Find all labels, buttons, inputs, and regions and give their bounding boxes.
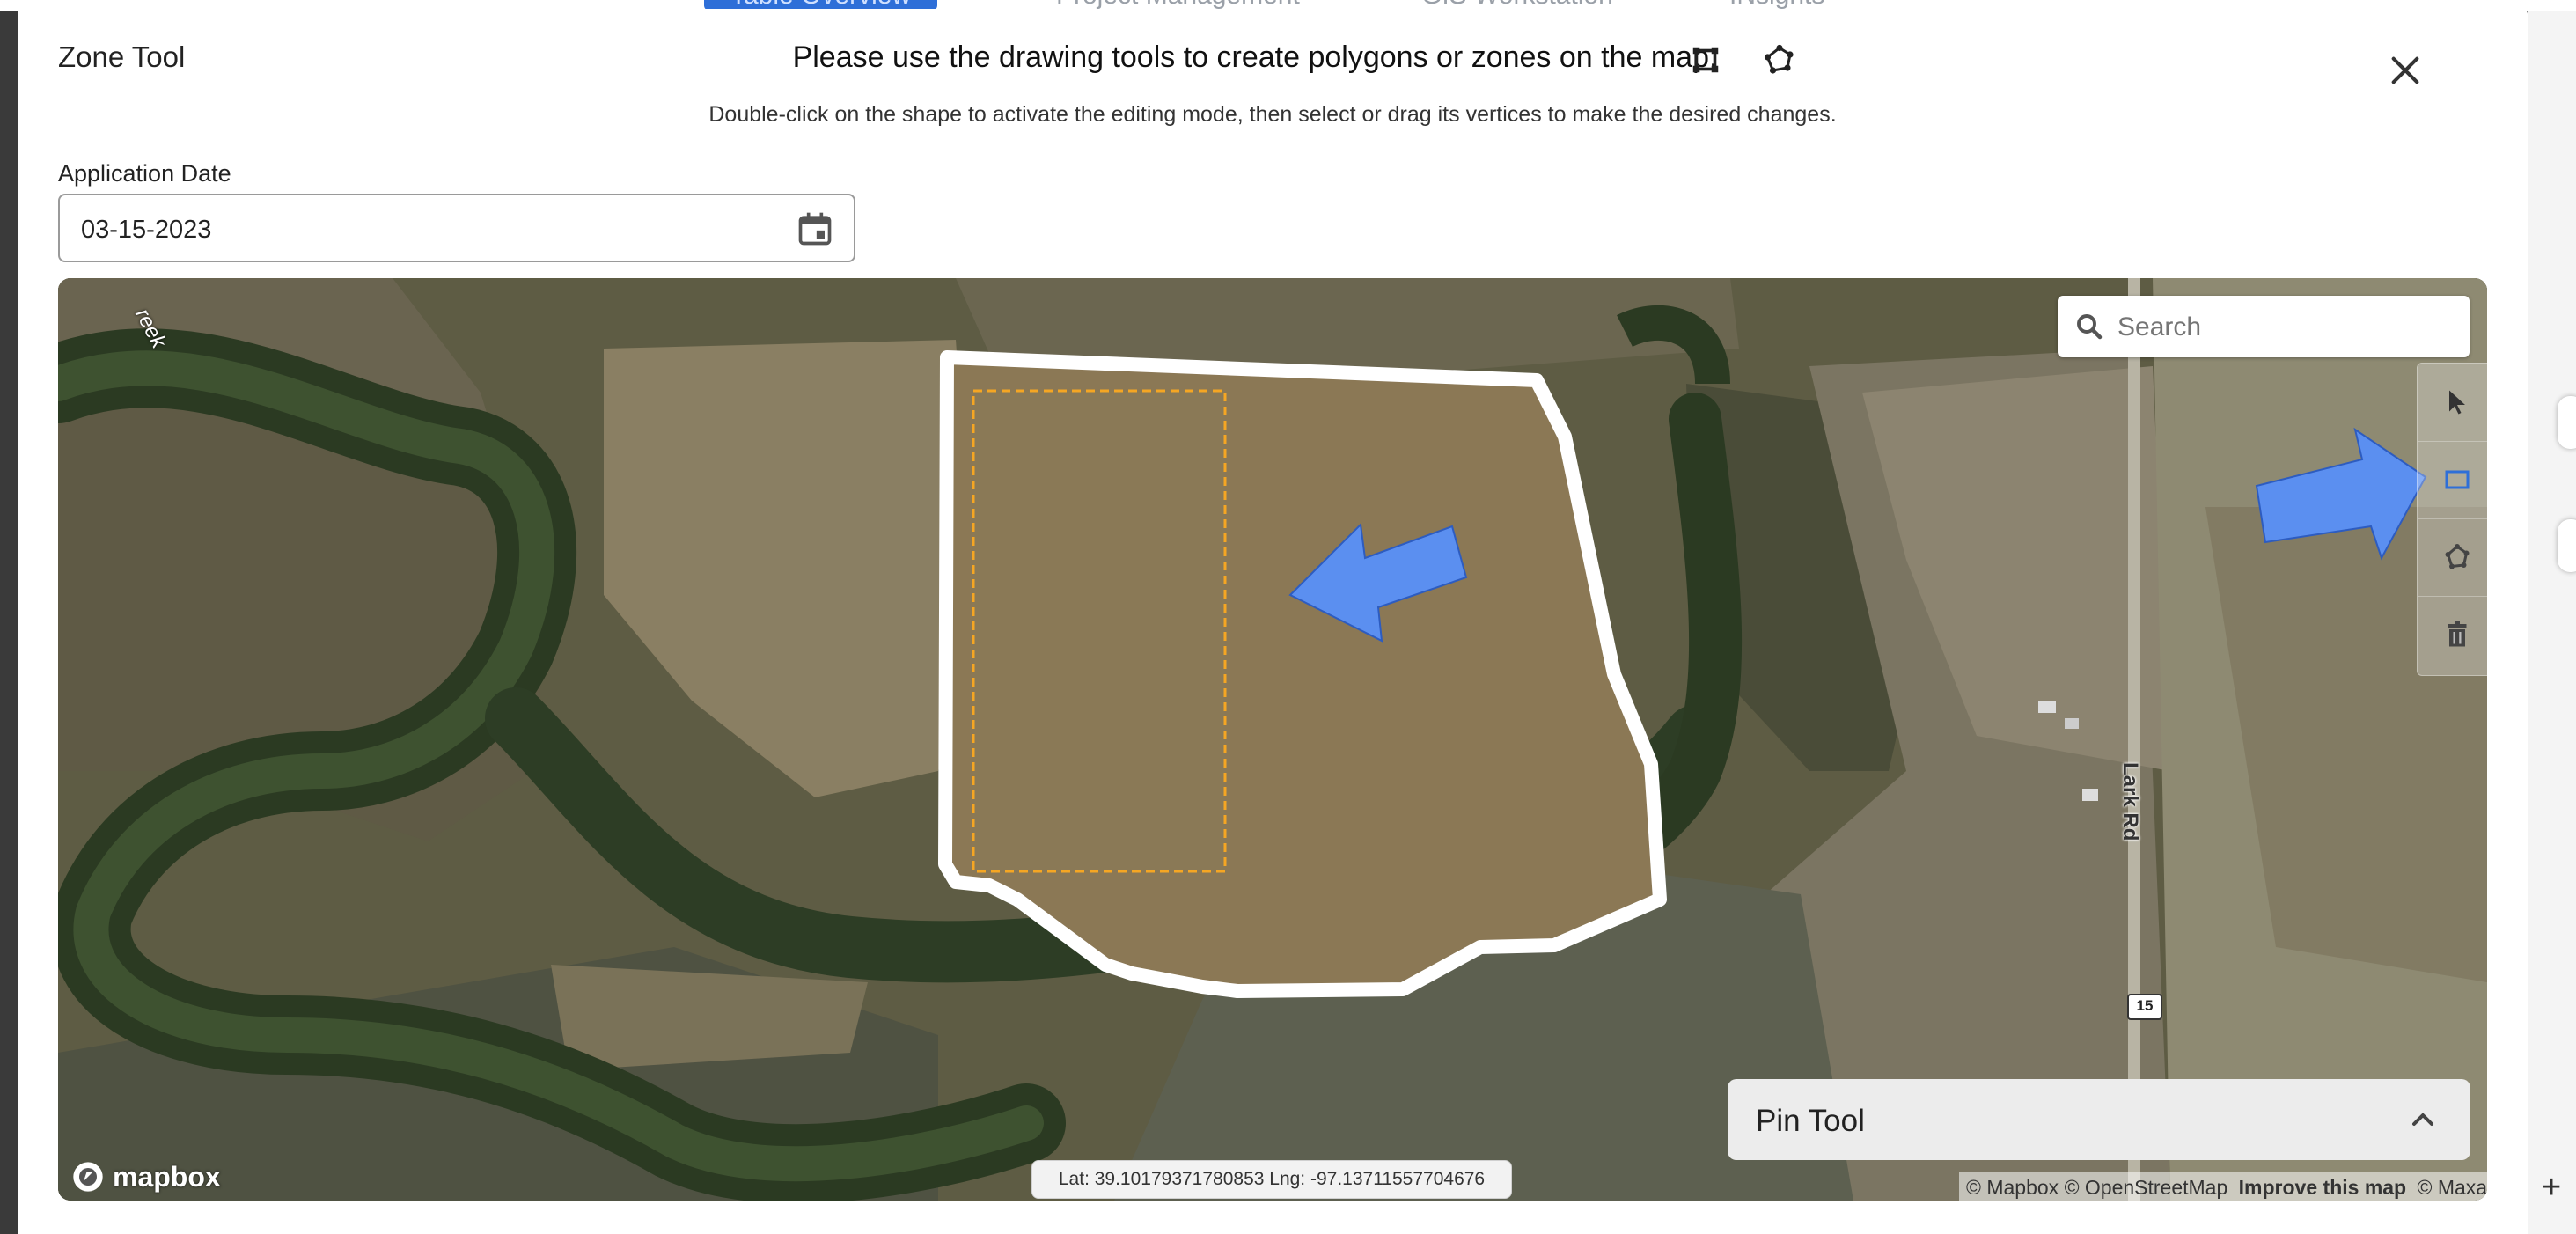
road-label: Lark Rd [2118,762,2142,841]
coordinates-readout: Lat: 39.10179371780853 Lng: -97.13711557… [1031,1160,1512,1199]
attribution-mapbox[interactable]: © Mapbox [1966,1176,2059,1199]
zone-tool-modal: Zone Tool Please use the drawing tools t… [18,9,2528,1234]
search-icon [2077,314,2103,340]
background-left-edge [0,11,18,1234]
pin-tool-panel[interactable]: Pin Tool [1728,1079,2470,1160]
application-date-field [58,194,855,262]
background-right-edge [2528,11,2576,1234]
mapbox-wordmark: mapbox [113,1160,221,1193]
select-tool-button[interactable] [2418,364,2487,442]
calendar-icon[interactable] [796,209,834,248]
trash-icon [2448,621,2467,647]
route-badge: 15 [2127,994,2162,1020]
application-date-label: Application Date [58,160,231,187]
editing-hint: Double-click on the shape to activate th… [708,102,1837,127]
draw-polygon-icon [2445,544,2470,569]
map-search [2058,296,2470,357]
select-pointer-icon [2449,390,2465,415]
attribution-maxar[interactable]: © Maxar [2418,1176,2488,1199]
attribution-osm[interactable]: © OpenStreetMap [2065,1176,2228,1199]
rectangle-tool-button[interactable] [2418,441,2487,519]
delete-tool-button[interactable] [2418,596,2487,673]
map-canvas[interactable]: reek Lark Rd 15 Search Pin Tool Lat: 39.… [58,278,2487,1201]
pin-tool-label: Pin Tool [1756,1104,1865,1138]
improve-map-link[interactable]: Improve this map [2239,1176,2406,1199]
chevron-up-icon[interactable] [2405,1102,2440,1137]
polygon-tool-button[interactable] [2418,518,2487,597]
application-date-input[interactable] [79,211,769,248]
plus-icon: + [2542,1169,2562,1206]
draw-toolbar [2417,363,2487,676]
mapbox-logo[interactable]: mapbox [70,1157,221,1197]
background-side-button [2558,519,2576,572]
mapbox-logo-icon [73,1162,103,1192]
satellite-imagery [58,278,2487,1201]
instruction-label: Please use the drawing tools to create p… [792,40,1718,74]
close-icon[interactable] [2388,53,2423,88]
draw-rectangle-icon [1692,47,1719,73]
background-side-button [2558,396,2576,449]
draw-polygon-icon [1764,44,1794,74]
map-attribution: © Mapbox © OpenStreetMap Improve this ma… [1959,1172,2487,1201]
draw-rectangle-icon [2445,470,2470,489]
instruction-text: Please use the drawing tools to create p… [18,40,2528,75]
search-input[interactable] [2116,308,2454,347]
